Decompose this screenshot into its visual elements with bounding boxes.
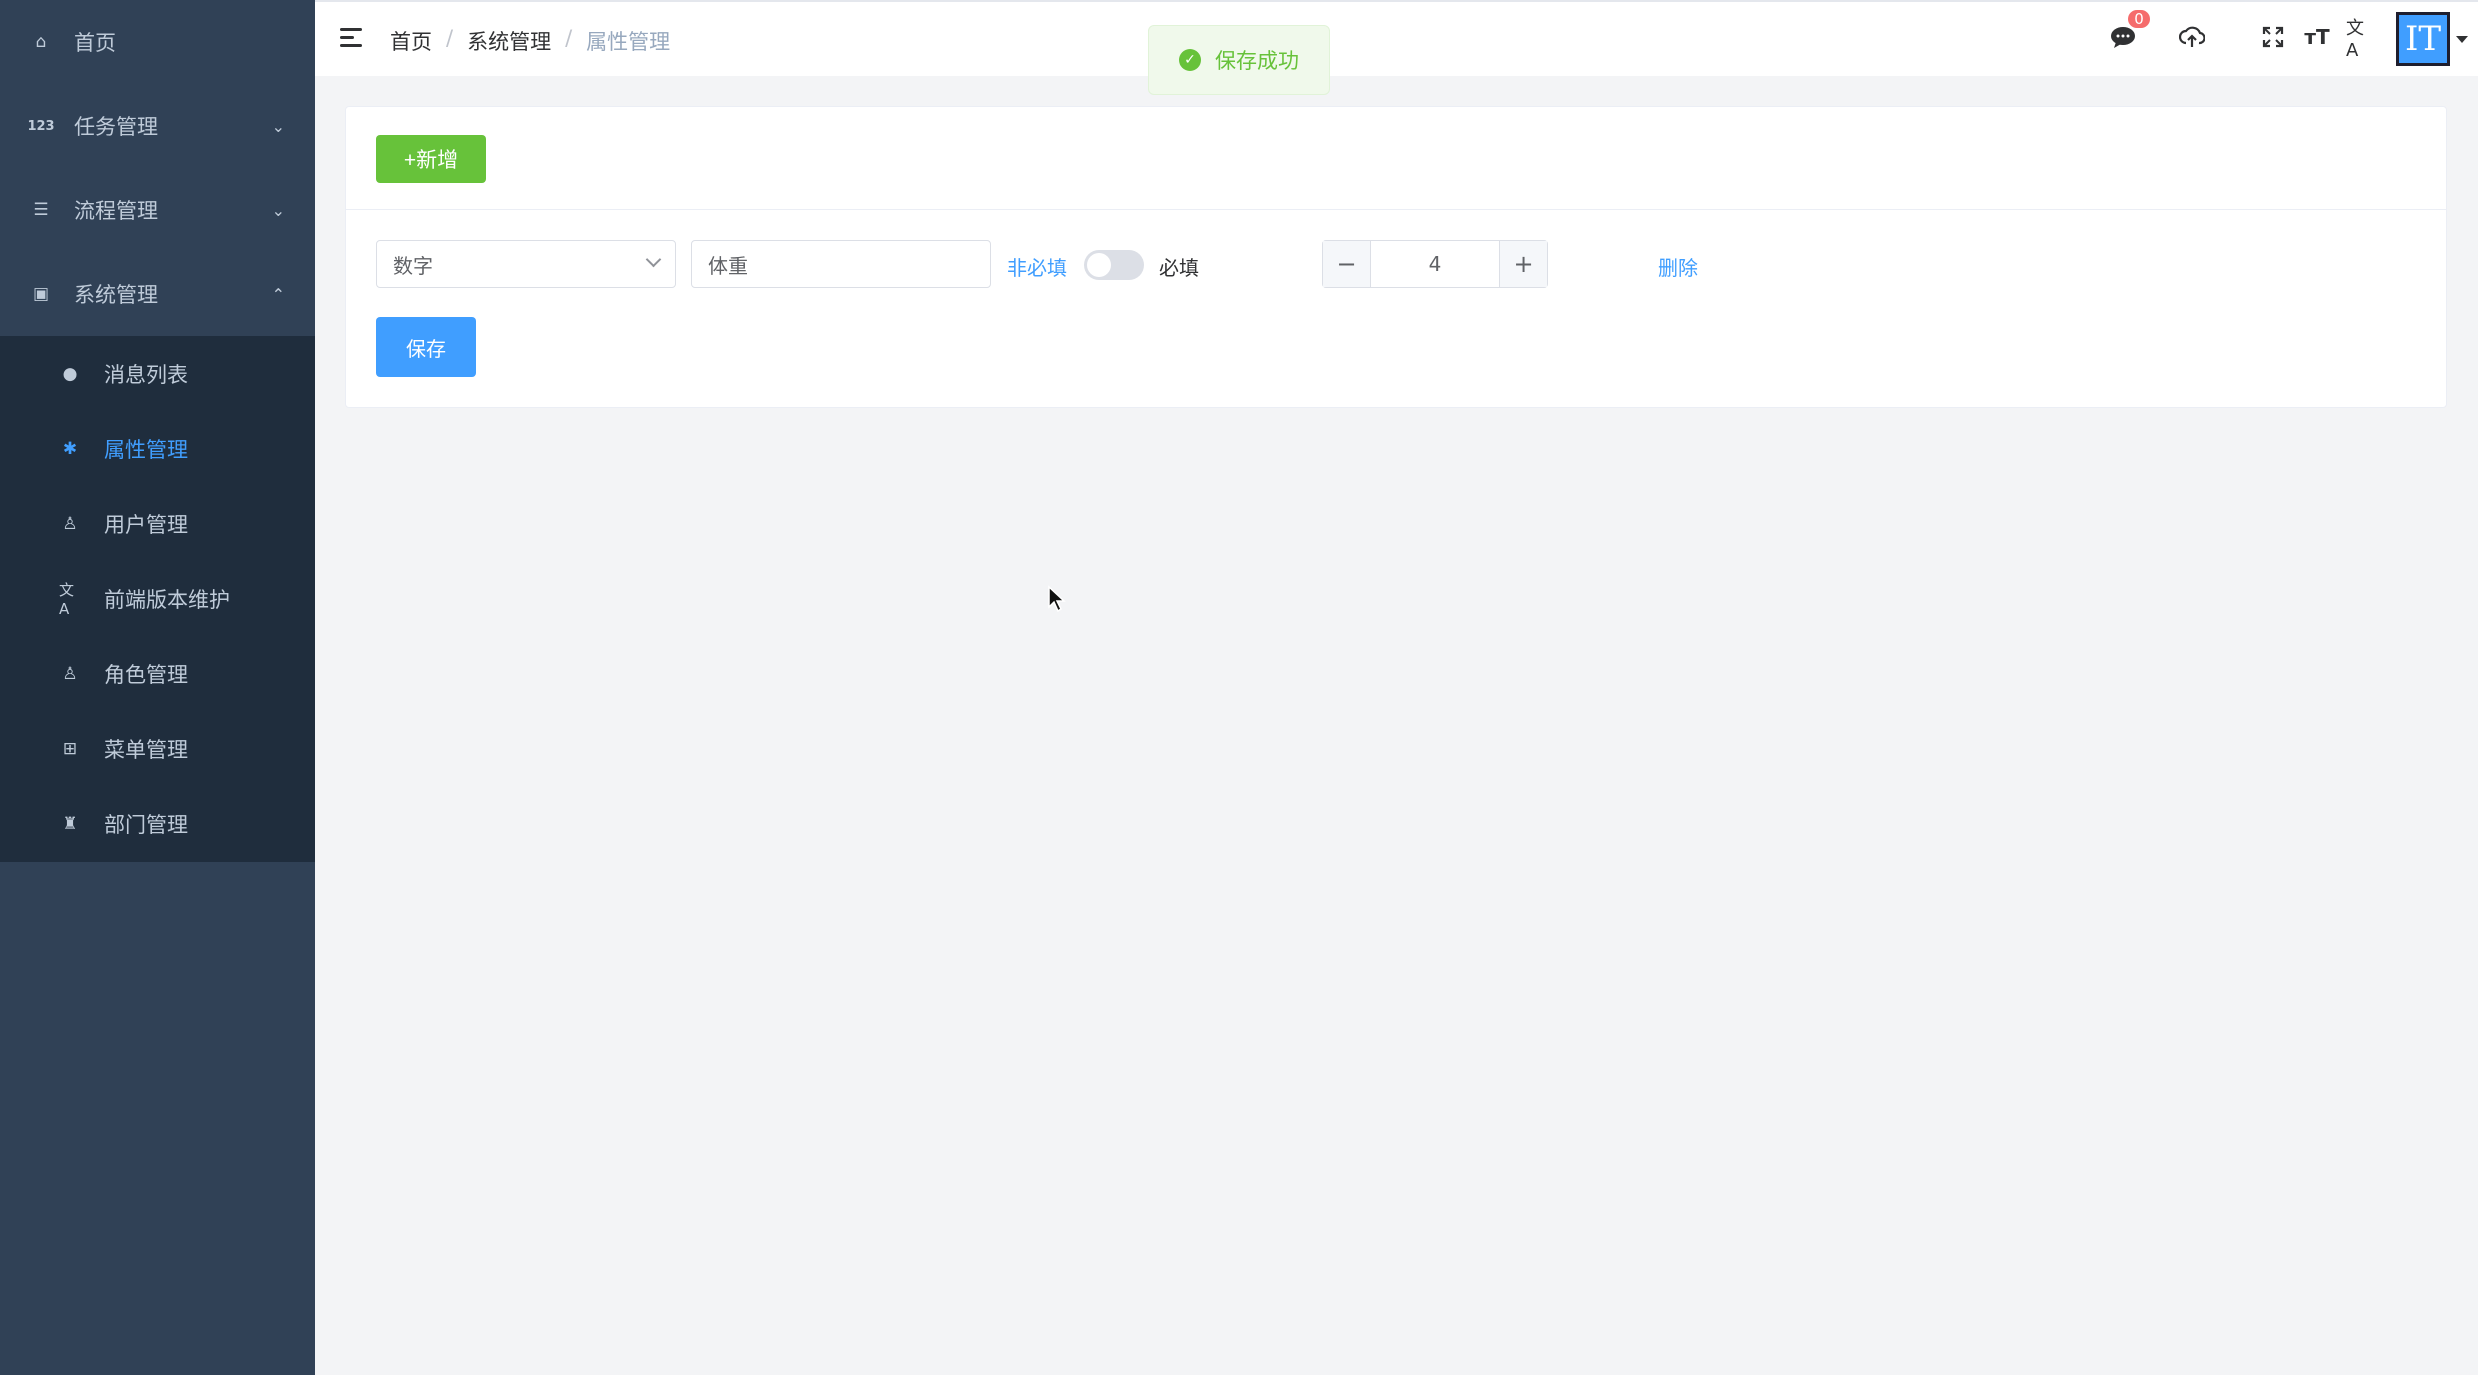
translate-icon[interactable]: 文A [2346,18,2376,61]
mouse-cursor-icon [1048,585,1066,613]
type-select[interactable]: 数字 [376,240,676,288]
attribute-name-input[interactable] [691,240,991,288]
sidebar-item-label: 首页 [74,31,116,55]
optional-label[interactable]: 非必填 [1007,252,1067,281]
success-toast: ✓ 保存成功 [1148,25,1330,95]
sidebar-item-roles[interactable]: ♙ 角色管理 [0,636,315,711]
chat-icon: ● [62,363,78,384]
system-icon: ▣ [32,284,50,304]
breadcrumb-separator: / [565,26,573,50]
chevron-down-icon: ⌄ [271,200,285,220]
breadcrumb-separator: / [446,26,454,50]
sidebar-item-label: 前端版本维护 [104,587,230,612]
user-icon: ♙ [62,513,78,534]
sidebar-item-home[interactable]: ⌂ 首页 [0,0,315,84]
type-select-value: 数字 [393,253,433,278]
system-submenu: ● 消息列表 ✱ 属性管理 ♙ 用户管理 文A 前端版本维护 ♙ 角色管理 ⊞ … [0,336,315,862]
check-circle-icon: ✓ [1179,49,1201,71]
sidebar-item-system[interactable]: ▣ 系统管理 ⌃ [0,252,315,336]
sidebar-item-users[interactable]: ♙ 用户管理 [0,486,315,561]
chevron-up-icon: ⌃ [271,284,285,304]
bug-icon: ✱ [62,438,78,459]
sidebar-item-label: 部门管理 [104,812,188,837]
toggle-knob [1087,253,1111,277]
card-header: +新增 [346,107,2446,210]
translate-icon: 文A [59,581,75,618]
decrement-button[interactable]: − [1323,241,1371,287]
avatar[interactable]: IT [2396,12,2450,66]
sidebar-item-label: 消息列表 [104,362,188,387]
upload-cloud-icon[interactable] [2177,22,2207,52]
message-count-badge: 0 [2126,8,2152,30]
hamburger-icon[interactable] [340,26,366,50]
required-toggle[interactable] [1084,250,1144,280]
breadcrumb-item[interactable]: 系统管理 [467,26,551,56]
increment-button[interactable]: + [1499,241,1547,287]
save-button[interactable]: 保存 [376,317,476,377]
toast-message: 保存成功 [1215,49,1299,73]
sidebar-item-menus[interactable]: ⊞ 菜单管理 [0,711,315,786]
top-navbar: 首页 / 系统管理 / 属性管理 [315,0,2478,76]
sidebar-item-tasks[interactable]: 123 任务管理 ⌄ [0,84,315,168]
grid-icon: ⊞ [62,738,78,759]
breadcrumb-item: 属性管理 [586,30,671,54]
sidebar-item-messages[interactable]: ● 消息列表 [0,336,315,411]
sidebar-item-label: 用户管理 [104,512,188,537]
required-label[interactable]: 必填 [1159,252,1199,281]
role-icon: ♙ [62,663,78,684]
sidebar-item-process[interactable]: ☰ 流程管理 ⌄ [0,168,315,252]
sidebar-item-label: 任务管理 [74,115,158,139]
sidebar-item-frontend-version[interactable]: 文A 前端版本维护 [0,561,315,636]
org-icon: ♜ [62,813,78,834]
sidebar-item-label: 流程管理 [74,199,158,223]
sidebar-item-label: 菜单管理 [104,737,188,762]
add-button[interactable]: +新增 [376,135,486,183]
home-icon: ⌂ [35,32,47,52]
quantity-stepper: − 4 + [1322,240,1548,288]
breadcrumb-item[interactable]: 首页 [390,26,432,56]
sidebar-item-label: 系统管理 [74,283,158,307]
sidebar: ⌂ 首页 123 任务管理 ⌄ ☰ 流程管理 ⌄ ▣ 系统管理 ⌃ ● 消息列表… [0,0,315,1375]
sidebar-item-label: 角色管理 [104,662,188,687]
delete-link[interactable]: 删除 [1658,252,1698,281]
sidebar-item-departments[interactable]: ♜ 部门管理 [0,786,315,861]
chevron-down-icon [645,251,662,268]
sidebar-item-label: 属性管理 [104,437,188,462]
chevron-down-icon: ⌄ [271,116,285,136]
numbers-icon: 123 [27,118,55,134]
tree-icon: ☰ [33,200,49,220]
breadcrumb: 首页 / 系统管理 / 属性管理 [390,26,670,56]
attribute-card: +新增 数字 非必填 必填 − 4 + 删除 保存 [345,106,2447,408]
fullscreen-icon[interactable] [2258,22,2288,52]
caret-down-icon[interactable] [2456,36,2468,43]
font-size-icon[interactable]: ᴛT [2302,22,2332,52]
stepper-value[interactable]: 4 [1371,241,1499,287]
sidebar-item-attributes[interactable]: ✱ 属性管理 [0,411,315,486]
